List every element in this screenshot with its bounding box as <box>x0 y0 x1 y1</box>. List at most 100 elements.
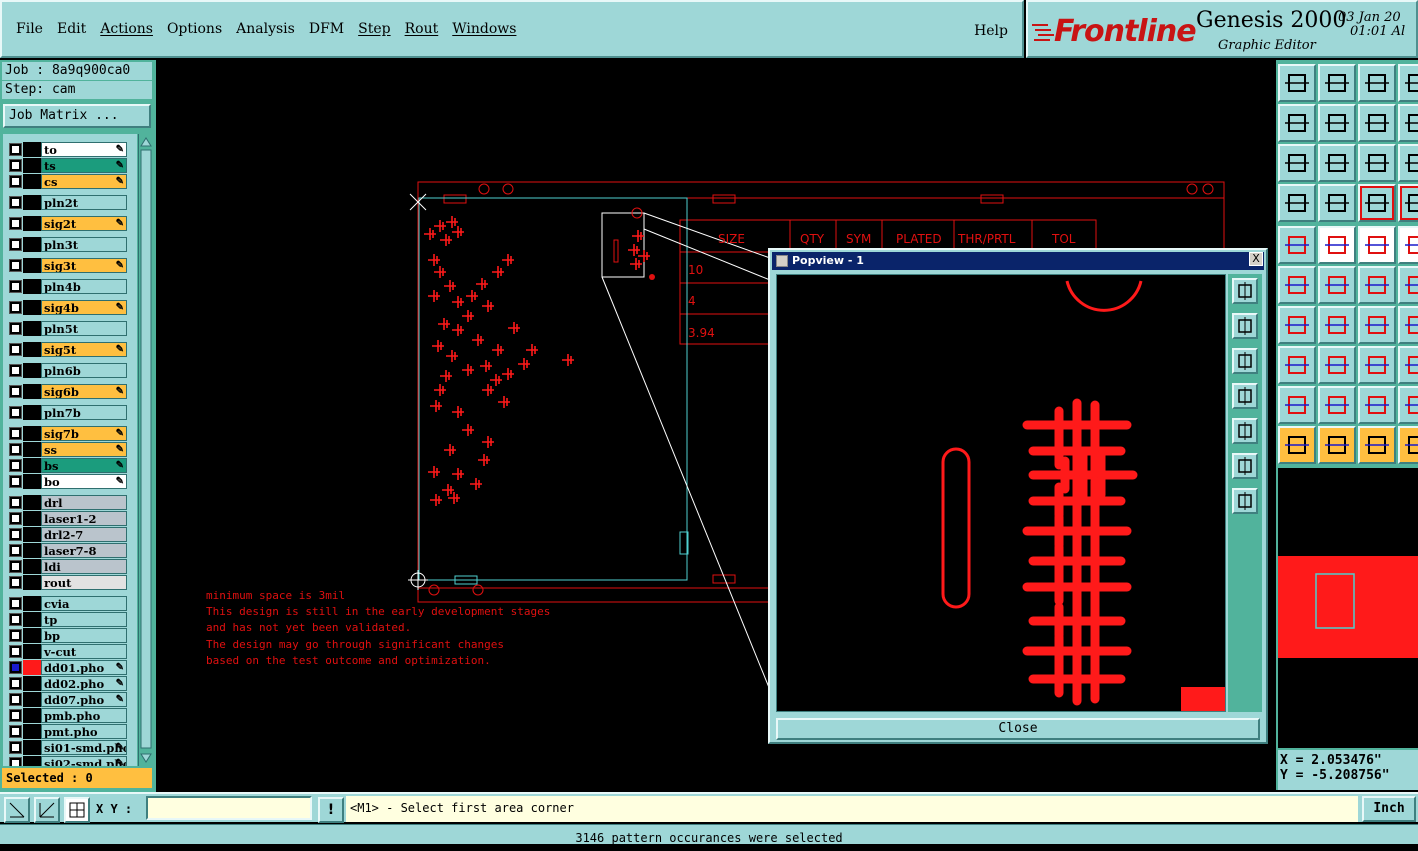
tool-button[interactable] <box>1358 104 1396 142</box>
layer-name[interactable]: sig3t ✎ <box>41 258 127 273</box>
tool-button[interactable] <box>1358 64 1396 102</box>
layer-display-mark[interactable] <box>23 724 41 739</box>
tool-button[interactable] <box>1358 346 1396 384</box>
layer-display-mark[interactable] <box>23 511 41 526</box>
layer-name[interactable]: laser1-2 <box>41 511 127 526</box>
layer-checkbox[interactable] <box>9 576 22 589</box>
layer-name[interactable]: pln2t <box>41 195 127 210</box>
layer-display-mark[interactable] <box>23 142 41 157</box>
layer-display-mark[interactable] <box>23 527 41 542</box>
layer-row-sig2t[interactable]: sig2t ✎ <box>5 216 127 231</box>
tool-button[interactable] <box>1358 144 1396 182</box>
layer-checkbox[interactable] <box>9 406 22 419</box>
layer-display-mark[interactable] <box>23 363 41 378</box>
layer-row-sig4b[interactable]: sig4b ✎ <box>5 300 127 315</box>
tool-button[interactable] <box>1318 266 1356 304</box>
layer-row-dd07.pho[interactable]: dd07.pho ✎ <box>5 692 127 707</box>
layer-checkbox[interactable] <box>9 175 22 188</box>
layer-name[interactable]: cvia <box>41 596 127 611</box>
layer-row-si01-smd.pho[interactable]: si01-smd.pho ✎ <box>5 740 127 755</box>
layer-checkbox[interactable] <box>9 427 22 440</box>
tool-button[interactable] <box>1398 426 1418 464</box>
tool-button[interactable] <box>1318 184 1356 222</box>
layer-display-mark[interactable] <box>23 495 41 510</box>
menu-dfm[interactable]: DFM <box>309 21 344 37</box>
tool-button[interactable] <box>1398 184 1418 222</box>
layer-name[interactable]: sig5t ✎ <box>41 342 127 357</box>
layer-display-mark[interactable] <box>23 195 41 210</box>
layer-row-pmb.pho[interactable]: pmb.pho <box>5 708 127 723</box>
tool-button[interactable] <box>1278 144 1316 182</box>
tool-button[interactable] <box>1318 306 1356 344</box>
tool-button[interactable] <box>1278 266 1316 304</box>
popview-tool-button[interactable] <box>1232 453 1258 479</box>
layer-checkbox[interactable] <box>9 159 22 172</box>
layer-display-mark[interactable] <box>23 442 41 457</box>
layer-display-mark[interactable] <box>23 216 41 231</box>
layer-checkbox[interactable] <box>9 280 22 293</box>
layer-checkbox[interactable] <box>9 528 22 541</box>
layer-display-mark[interactable] <box>23 676 41 691</box>
layer-name[interactable]: laser7-8 <box>41 543 127 558</box>
layer-row-v-cut[interactable]: v-cut <box>5 644 127 659</box>
layer-checkbox[interactable] <box>9 597 22 610</box>
layer-row-drl[interactable]: drl <box>5 495 127 510</box>
layer-name[interactable]: drl2-7 <box>41 527 127 542</box>
layer-row-to[interactable]: to ✎ <box>5 142 127 157</box>
tool-button[interactable] <box>1318 104 1356 142</box>
tool-button[interactable] <box>1278 386 1316 424</box>
popview-tool-button[interactable] <box>1232 278 1258 304</box>
layer-display-mark[interactable] <box>23 426 41 441</box>
layer-name[interactable]: cs ✎ <box>41 174 127 189</box>
layer-row-bo[interactable]: bo ✎ <box>5 474 127 489</box>
tool-button[interactable] <box>1398 226 1418 264</box>
layer-name[interactable]: sig4b ✎ <box>41 300 127 315</box>
layer-checkbox[interactable] <box>9 560 22 573</box>
layer-name[interactable]: tp <box>41 612 127 627</box>
layer-display-mark[interactable] <box>23 596 41 611</box>
layer-name[interactable]: pln6b <box>41 363 127 378</box>
tool-button[interactable] <box>1358 184 1396 222</box>
tool-button[interactable] <box>1358 306 1396 344</box>
layer-display-mark[interactable] <box>23 258 41 273</box>
tool-button[interactable] <box>1278 426 1316 464</box>
layer-checkbox[interactable] <box>9 196 22 209</box>
layer-row-ldi[interactable]: ldi <box>5 559 127 574</box>
menu-actions[interactable]: Actions <box>100 21 153 37</box>
layer-row-dd01.pho[interactable]: dd01.pho ✎ <box>5 660 127 675</box>
layer-checkbox[interactable] <box>9 459 22 472</box>
layer-name[interactable]: si01-smd.pho ✎ <box>41 740 127 755</box>
tool-button[interactable] <box>1398 306 1418 344</box>
layer-checkbox[interactable] <box>9 757 22 766</box>
popview-tool-button[interactable] <box>1232 418 1258 444</box>
layer-display-mark[interactable] <box>23 644 41 659</box>
layer-row-bs[interactable]: bs ✎ <box>5 458 127 473</box>
layer-display-mark[interactable] <box>23 458 41 473</box>
units-button[interactable]: Inch <box>1362 796 1416 822</box>
tool-button[interactable] <box>1278 306 1316 344</box>
popview-canvas[interactable] <box>776 274 1226 712</box>
layer-checkbox[interactable] <box>9 693 22 706</box>
popview-tool-button[interactable] <box>1232 348 1258 374</box>
tool-button[interactable] <box>1318 144 1356 182</box>
layer-name[interactable]: v-cut <box>41 644 127 659</box>
layer-row-cs[interactable]: cs ✎ <box>5 174 127 189</box>
layer-row-si02-smd.pho[interactable]: si02-smd.pho ✎ <box>5 756 127 766</box>
layer-checkbox[interactable] <box>9 544 22 557</box>
tool-button[interactable] <box>1358 386 1396 424</box>
layer-row-pln3t[interactable]: pln3t <box>5 237 127 252</box>
layer-name[interactable]: ldi <box>41 559 127 574</box>
tool-button[interactable] <box>1318 226 1356 264</box>
layer-checkbox[interactable] <box>9 217 22 230</box>
layer-name[interactable]: bs ✎ <box>41 458 127 473</box>
layer-display-mark[interactable] <box>23 342 41 357</box>
layer-name[interactable]: bo ✎ <box>41 474 127 489</box>
alert-button[interactable]: ! <box>318 797 344 823</box>
tool-button[interactable] <box>1358 266 1396 304</box>
layer-row-ss[interactable]: ss ✎ <box>5 442 127 457</box>
layer-name[interactable]: pln7b <box>41 405 127 420</box>
layer-display-mark[interactable] <box>23 384 41 399</box>
tool-button[interactable] <box>1398 266 1418 304</box>
layer-row-pln7b[interactable]: pln7b <box>5 405 127 420</box>
tool-button[interactable] <box>1358 226 1396 264</box>
